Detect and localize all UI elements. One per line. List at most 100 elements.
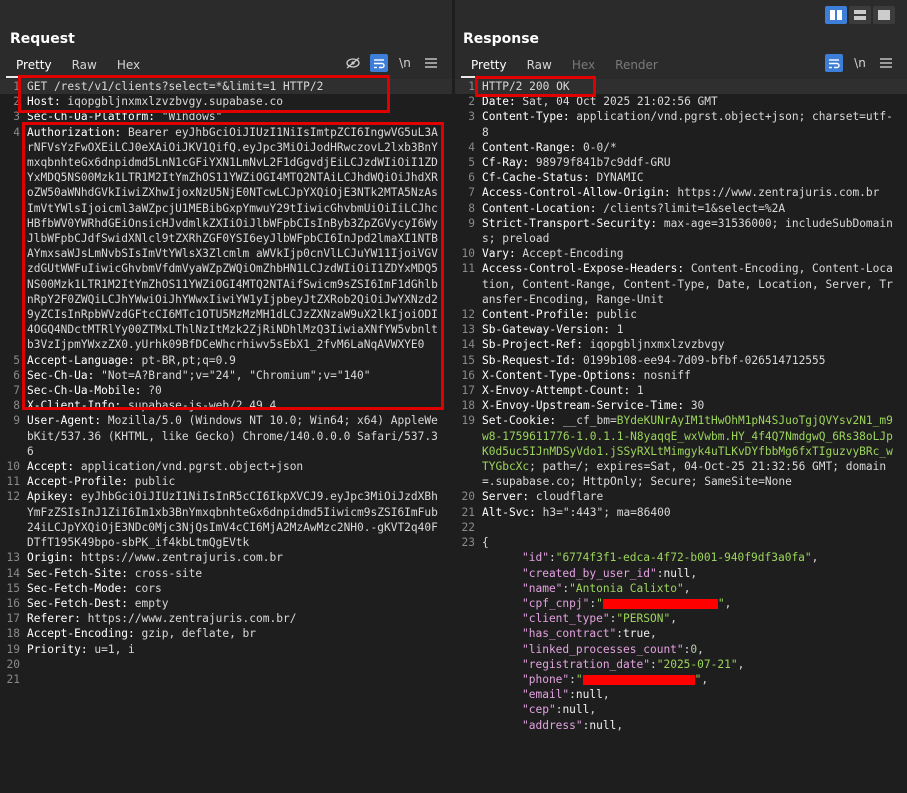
line-number: 5 xyxy=(468,156,475,170)
header-value: empty xyxy=(128,596,169,610)
header-name: Sb-Project-Ref: xyxy=(482,338,584,352)
json-value: null xyxy=(663,566,691,580)
json-entry: "id":"6774f3f1-edca-4f72-b001-940f9df3a0… xyxy=(482,550,907,565)
json-entry: "created_by_user_id":null, xyxy=(482,566,907,581)
line-text: Cf-Cache-Status: DYNAMIC xyxy=(482,170,897,185)
newline-icon[interactable]: \n xyxy=(396,54,414,72)
line-text: Access-Control-Expose-Headers: Content-E… xyxy=(482,261,897,307)
json-entry: "client_type":"PERSON", xyxy=(482,611,907,626)
response-pane: Response Pretty Raw Hex Render \n 1 HTTP/2 2… xyxy=(455,26,907,793)
header-value: cloudflare xyxy=(529,490,604,504)
header-name: Sb-Request-Id: xyxy=(482,353,577,367)
header-name: Sb-Gateway-Version: xyxy=(482,323,610,337)
header-value: public xyxy=(128,475,176,489)
header-name: Accept: xyxy=(27,460,75,474)
code-line: 7 Access-Control-Allow-Origin: https://ww… xyxy=(455,185,907,200)
json-line: "linked_processes_count":0, xyxy=(455,642,907,657)
code-line: 1 HTTP/2 200 OK xyxy=(455,79,907,95)
header-name: Authorization: xyxy=(27,125,122,139)
menu-icon[interactable] xyxy=(877,54,895,72)
newline-glyph: \n xyxy=(854,56,866,70)
json-line: "cep":null, xyxy=(455,702,907,717)
menu-icon[interactable] xyxy=(422,54,440,72)
line-number: 17 xyxy=(6,612,20,626)
header-name: Host: xyxy=(27,95,61,109)
line-number: 2 xyxy=(468,95,475,109)
line-number: 18 xyxy=(6,627,20,641)
header-name: Sec-Ch-Ua: xyxy=(27,368,95,382)
code-line: 6 Sec-Ch-Ua: "Not=A?Brand";v="24", "Chrom… xyxy=(0,368,452,383)
json-line: "has_contract":true, xyxy=(455,626,907,641)
header-name: Apikey: xyxy=(27,490,75,504)
request-pane: Request Pretty Raw Hex \n 1 GET /rest/v1/cl… xyxy=(0,26,452,793)
header-name: Set-Cookie: xyxy=(482,414,557,428)
request-tabs: Pretty Raw Hex xyxy=(6,56,150,78)
line-number: 23 xyxy=(461,536,475,550)
tab-raw[interactable]: Raw xyxy=(517,56,562,78)
line-number: 16 xyxy=(461,368,475,382)
json-comma: , xyxy=(701,672,709,686)
header-value: 0-0/* xyxy=(576,140,617,154)
line-number xyxy=(455,642,482,657)
json-line: "email":null, xyxy=(455,687,907,702)
line-text: Sec-Fetch-Mode: cors xyxy=(27,581,442,596)
line-number xyxy=(455,611,482,626)
line-number xyxy=(455,596,482,611)
json-value: "PERSON" xyxy=(616,612,671,626)
json-quote: " xyxy=(596,596,603,610)
json-value: true xyxy=(623,627,650,641)
code-line: 8 Content-Location: /clients?limit=1&sele… xyxy=(455,201,907,216)
code-line: 14 Sb-Project-Ref: iqopgbljnxmxlzvzbvgy xyxy=(455,337,907,352)
json-key: "name" xyxy=(522,581,563,595)
line-number xyxy=(455,687,482,702)
tab-hex[interactable]: Hex xyxy=(107,56,150,78)
header-name: Sec-Fetch-Dest: xyxy=(27,596,129,610)
request-editor[interactable]: 1 GET /rest/v1/clients?select=*&limit=1 H… xyxy=(0,79,452,793)
code-line: 2 Host: iqopgbljnxmxlzvzbvgy.supabase.co xyxy=(0,94,452,109)
tab-pretty[interactable]: Pretty xyxy=(6,56,62,78)
line-number: 8 xyxy=(13,399,20,413)
response-tabs: Pretty Raw Hex Render xyxy=(461,56,668,78)
tab-render: Render xyxy=(615,58,658,72)
code-line: 10 Accept: application/vnd.pgrst.object+j… xyxy=(0,459,452,474)
split-horizontal-icon[interactable] xyxy=(825,6,847,24)
header-name: Accept-Language: xyxy=(27,353,135,367)
json-line: "name":"Antonia Calixto", xyxy=(455,581,907,596)
tab-raw[interactable]: Raw xyxy=(62,56,107,78)
wrap-lines-icon[interactable] xyxy=(825,54,843,72)
newline-icon[interactable]: \n xyxy=(851,54,869,72)
header-value: { xyxy=(482,536,489,550)
hide-icon[interactable] xyxy=(344,54,362,72)
line-number xyxy=(455,672,482,687)
line-number: 3 xyxy=(13,110,20,124)
json-value: "6774f3f1-edca-4f72-b001-940f9df3a0fa" xyxy=(555,551,812,565)
header-name: Referer: xyxy=(27,612,81,626)
line-number: 2 xyxy=(13,95,20,109)
code-line: 17 X-Envoy-Attempt-Count: 1 xyxy=(455,383,907,398)
code-line: 21 Alt-Svc: h3=":443"; ma=86400 xyxy=(455,505,907,520)
code-line: 22 xyxy=(455,520,907,535)
line-text: Cf-Ray: 98979f841b7c9ddf-GRU xyxy=(482,155,897,170)
json-key: "registration_date" xyxy=(522,657,650,671)
header-name: User-Agent: xyxy=(27,414,102,428)
header-name: Access-Control-Allow-Origin: xyxy=(482,186,671,200)
wrap-lines-icon[interactable] xyxy=(370,54,388,72)
json-comma: , xyxy=(650,627,657,641)
line-number: 22 xyxy=(461,520,475,534)
line-text: Sb-Gateway-Version: 1 xyxy=(482,322,897,337)
json-entry: "cep":null, xyxy=(482,702,907,717)
header-name: X-Envoy-Attempt-Count: xyxy=(482,384,631,398)
line-number xyxy=(455,626,482,641)
json-key: "cpf_cnpj" xyxy=(522,596,590,610)
tab-pretty[interactable]: Pretty xyxy=(461,56,517,78)
line-text: X-Client-Info: supabase-js-web/2.49.4 xyxy=(27,398,442,413)
json-line: "created_by_user_id":null, xyxy=(455,566,907,581)
split-vertical-icon[interactable] xyxy=(849,6,871,24)
single-pane-icon[interactable] xyxy=(873,6,895,24)
json-comma: , xyxy=(690,566,698,580)
header-value: 0199b108-ee94-7d09-bfbf-026514712555 xyxy=(576,353,826,367)
header-name: Accept-Encoding: xyxy=(27,627,135,641)
code-line: 17 Referer: https://www.zentrajuris.com.b… xyxy=(0,611,452,626)
header-value: nosniff xyxy=(636,368,691,382)
response-editor[interactable]: 1 HTTP/2 200 OK 2 Date: Sat, 04 Oct 2025 21… xyxy=(455,79,907,793)
